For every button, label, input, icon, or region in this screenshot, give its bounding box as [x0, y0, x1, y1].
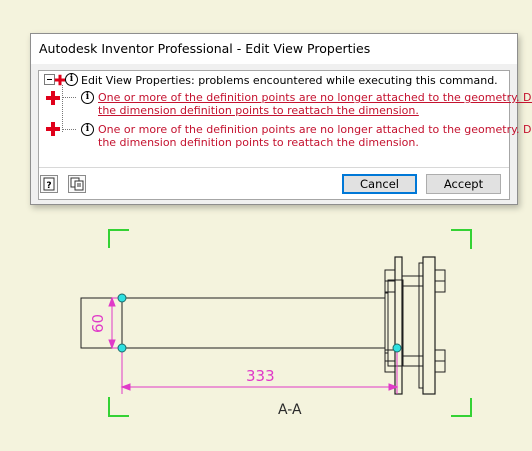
definition-point-bottom[interactable]: [117, 343, 127, 353]
edit-view-properties-dialog: Autodesk Inventor Professional - Edit Vi…: [30, 33, 532, 205]
tree-connector: [62, 97, 76, 98]
collapse-toggle[interactable]: [44, 74, 55, 85]
error-message-1-line-2[interactable]: the dimension definition points to reatt…: [98, 104, 419, 117]
copy-icon: [70, 177, 84, 191]
tree-connector: [62, 85, 63, 132]
error-cross-icon: [46, 122, 60, 136]
error-cross-icon: [46, 91, 60, 105]
copy-button[interactable]: [68, 175, 86, 193]
dimension-60-text[interactable]: 60: [89, 313, 107, 333]
view-frame-corners: [108, 229, 472, 417]
info-icon: i: [81, 123, 94, 136]
info-icon: i: [65, 73, 78, 86]
accept-button[interactable]: Accept: [426, 174, 501, 194]
dimension-333-text[interactable]: 333: [246, 367, 275, 385]
help-button[interactable]: ?: [40, 175, 58, 193]
svg-text:?: ?: [46, 181, 51, 191]
view-label[interactable]: A-A: [278, 402, 302, 418]
definition-point-flange[interactable]: [392, 343, 402, 353]
dimension-60[interactable]: [108, 296, 121, 350]
title-bar[interactable]: Autodesk Inventor Professional - Edit Vi…: [31, 34, 517, 64]
help-icon: ?: [43, 177, 55, 191]
message-tree[interactable]: i Edit View Properties: problems encount…: [39, 71, 532, 168]
info-icon: i: [81, 91, 94, 104]
error-cross-icon: [54, 74, 66, 86]
message-area: i Edit View Properties: problems encount…: [38, 70, 532, 200]
tree-connector: [62, 129, 76, 130]
root-message[interactable]: Edit View Properties: problems encounter…: [81, 74, 498, 87]
error-message-2-line-2[interactable]: the dimension definition points to reatt…: [98, 136, 419, 149]
definition-point-top[interactable]: [117, 293, 127, 303]
error-message-1-line-1[interactable]: One or more of the definition points are…: [98, 91, 532, 104]
cancel-button[interactable]: Cancel: [342, 174, 417, 194]
error-message-2-line-1[interactable]: One or more of the definition points are…: [98, 123, 532, 136]
dialog-title: Autodesk Inventor Professional - Edit Vi…: [39, 41, 371, 56]
